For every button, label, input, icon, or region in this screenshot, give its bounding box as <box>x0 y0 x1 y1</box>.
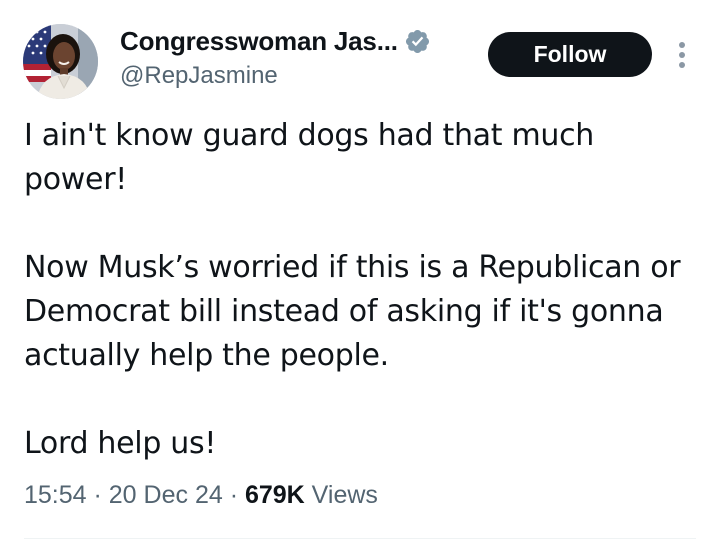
follow-button[interactable]: Follow <box>488 32 652 77</box>
tweet-body: I ain't know guard dogs had that much po… <box>24 114 704 466</box>
views-label: Views <box>304 481 378 509</box>
tweet-meta: 15:54 · 20 Dec 24 · 679K Views <box>24 481 378 510</box>
tweet-paragraph: Now Musk’s worried if this is a Republic… <box>24 250 681 373</box>
tweet-paragraph: Lord help us! <box>24 426 217 461</box>
more-vertical-icon[interactable] <box>670 38 694 72</box>
more-dot <box>679 42 685 48</box>
verified-badge-icon <box>404 28 431 55</box>
avatar[interactable] <box>23 24 98 99</box>
tweet-card: Congresswoman Jas... @RepJasmine Follow … <box>0 0 720 544</box>
divider <box>24 538 696 539</box>
more-dot <box>679 52 685 58</box>
meta-separator: · <box>86 481 109 509</box>
tweet-paragraph: I ain't know guard dogs had that much po… <box>24 118 594 197</box>
author-handle[interactable]: @RepJasmine <box>120 62 278 90</box>
author-name-row: Congresswoman Jas... <box>120 26 431 57</box>
avatar-photo-icon <box>23 24 98 99</box>
meta-separator: · <box>222 481 245 509</box>
views-count[interactable]: 679K <box>245 481 305 509</box>
more-dot <box>679 62 685 68</box>
tweet-time[interactable]: 15:54 <box>24 481 87 509</box>
author-display-name[interactable]: Congresswoman Jas... <box>120 26 398 57</box>
tweet-date[interactable]: 20 Dec 24 <box>109 481 223 509</box>
